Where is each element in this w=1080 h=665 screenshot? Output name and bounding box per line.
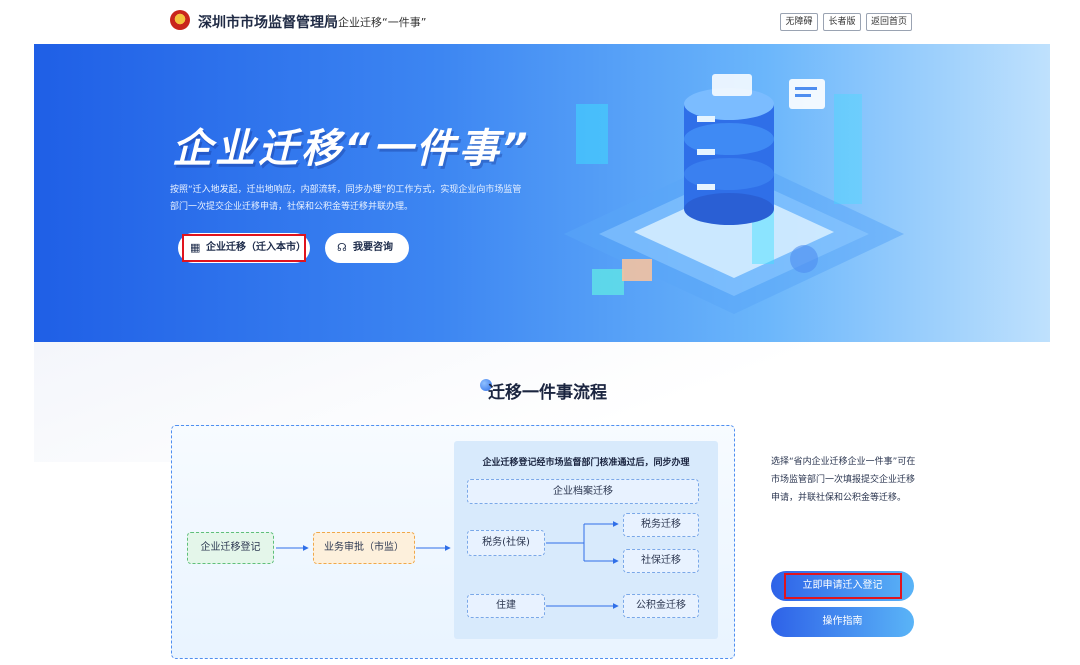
flow-connectors xyxy=(276,521,619,609)
step-registration: 企业迁移登记 xyxy=(187,532,274,564)
side-description: 选择“省内企业迁移企业一件事”可在市场监管部门一次填报提交企业迁移申请，并联社保… xyxy=(771,457,916,503)
operation-guide-button[interactable]: 操作指南 xyxy=(771,607,914,637)
step-housing: 住建 xyxy=(467,594,545,618)
step-tax-social: 税务(社保) xyxy=(467,530,545,556)
step-tax-migration: 税务迁移 xyxy=(623,513,699,537)
step-social-migration: 社保迁移 xyxy=(623,549,699,573)
step-archive-migration: 企业档案迁移 xyxy=(467,479,699,504)
highlight-box-apply xyxy=(784,573,902,599)
step-approval: 业务审批（市监） xyxy=(313,532,415,564)
step-fund-migration: 公积金迁移 xyxy=(623,594,699,618)
